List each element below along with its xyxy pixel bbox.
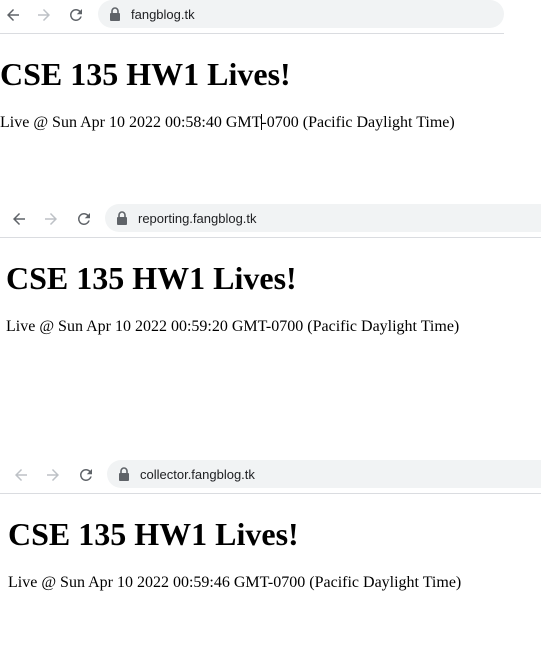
browser-window-fangblog: fangblog.tk CSE 135 HW1 Lives! Live @ Su… <box>0 0 541 131</box>
browser-window-collector: collector.fangblog.tk CSE 135 HW1 Lives!… <box>0 460 541 591</box>
status-text-part2: -0700 (Pacific Daylight Time) <box>261 114 455 131</box>
reload-button[interactable] <box>73 208 95 230</box>
page-title: CSE 135 HW1 Lives! <box>6 260 297 296</box>
forward-arrow-icon <box>38 9 50 21</box>
status-text-part1: Live @ Sun Apr 10 2022 00:58:40 GMT <box>0 114 262 131</box>
browser-toolbar: reporting.fangblog.tk <box>0 204 541 234</box>
toolbar-divider <box>0 33 504 34</box>
lock-icon <box>116 211 130 225</box>
reload-icon <box>77 212 90 225</box>
back-button[interactable] <box>2 4 24 26</box>
browser-toolbar: fangblog.tk <box>0 0 541 30</box>
toolbar-divider <box>0 493 541 494</box>
reload-button[interactable] <box>75 464 97 486</box>
address-bar-url: collector.fangblog.tk <box>140 466 255 482</box>
status-text: Live @ Sun Apr 10 2022 00:59:46 GMT-0700… <box>8 574 462 591</box>
page-title: CSE 135 HW1 Lives! <box>0 56 291 92</box>
status-text: Live @ Sun Apr 10 2022 00:59:20 GMT-0700… <box>6 318 460 335</box>
forward-button[interactable] <box>33 4 55 26</box>
reload-icon <box>79 469 92 481</box>
back-button[interactable] <box>10 464 32 486</box>
reload-icon <box>69 8 82 21</box>
page-title: CSE 135 HW1 Lives! <box>8 516 299 552</box>
back-arrow-icon <box>15 469 27 481</box>
address-bar-url: fangblog.tk <box>131 6 195 22</box>
address-bar[interactable]: fangblog.tk <box>98 0 504 28</box>
forward-arrow-icon <box>45 213 57 225</box>
status-text: Live @ Sun Apr 10 2022 00:58:40 GMT-0700… <box>0 113 455 133</box>
browser-window-reporting: reporting.fangblog.tk CSE 135 HW1 Lives!… <box>0 204 541 335</box>
forward-button[interactable] <box>42 464 64 486</box>
address-bar[interactable]: reporting.fangblog.tk <box>105 204 541 232</box>
back-button[interactable] <box>8 208 30 230</box>
lock-icon <box>118 467 132 481</box>
lock-icon <box>109 7 123 21</box>
toolbar-divider <box>0 237 541 238</box>
back-arrow-icon <box>7 9 19 21</box>
back-arrow-icon <box>13 213 25 225</box>
forward-arrow-icon <box>47 469 59 481</box>
reload-button[interactable] <box>65 4 87 26</box>
address-bar-url: reporting.fangblog.tk <box>138 210 257 226</box>
browser-toolbar: collector.fangblog.tk <box>0 460 541 490</box>
forward-button[interactable] <box>40 208 62 230</box>
address-bar[interactable]: collector.fangblog.tk <box>107 460 541 488</box>
